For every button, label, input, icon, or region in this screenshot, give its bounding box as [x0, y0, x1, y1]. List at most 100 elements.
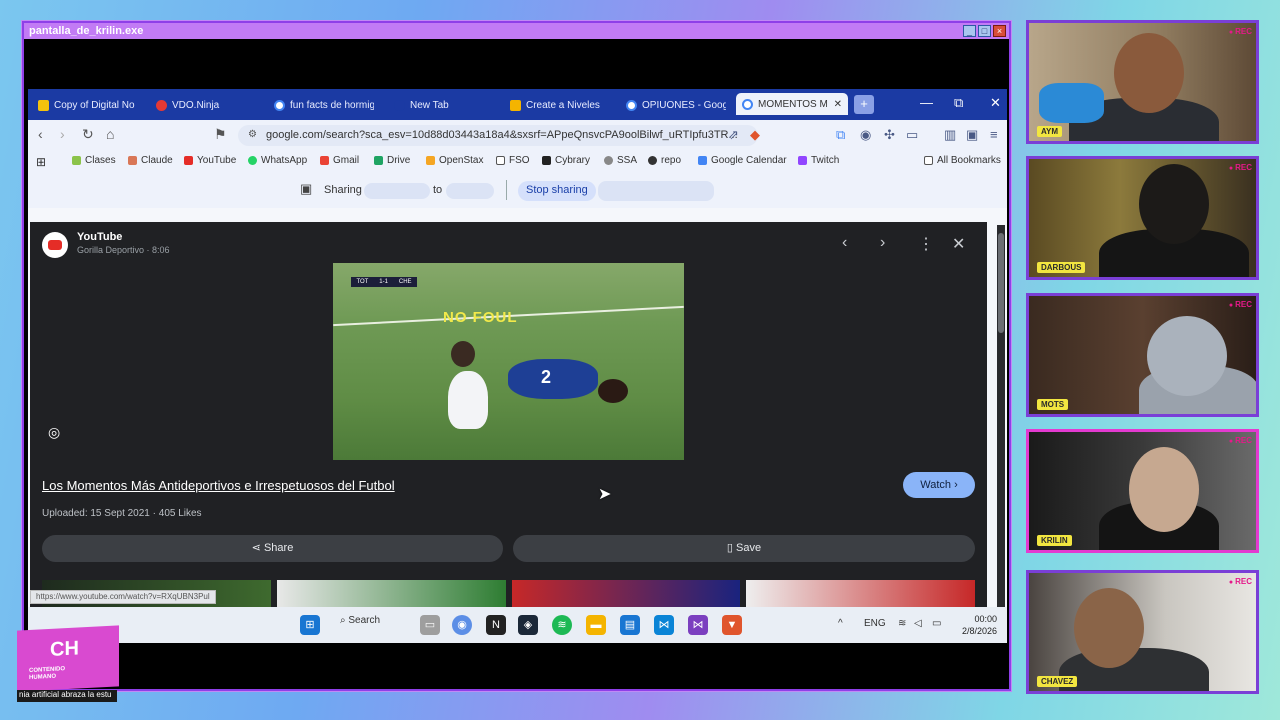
share-icon: ⋖ — [251, 542, 264, 554]
tab-new-tab[interactable]: New Tab — [394, 96, 494, 114]
window-close-button[interactable]: × — [993, 25, 1006, 37]
hide-button-pill[interactable] — [598, 181, 714, 201]
sidebar-icon[interactable]: ▥ — [944, 127, 956, 143]
site-info-icon[interactable]: ⚙ — [248, 129, 257, 140]
window-titlebar[interactable]: pantalla_de_krilin.exe _ □ × — [24, 23, 1009, 39]
next-icon[interactable]: › — [880, 234, 885, 252]
tab-create-niveles[interactable]: Create a Niveles — [510, 96, 610, 114]
tab-copy-of-digital[interactable]: Copy of Digital No — [38, 96, 138, 114]
player-head — [598, 379, 628, 403]
database-app-icon[interactable]: ▤ — [620, 615, 640, 635]
lens-icon[interactable]: ◎ — [48, 424, 60, 441]
language-indicator[interactable]: ENG — [864, 618, 886, 629]
new-tab-icon — [394, 99, 405, 111]
file-explorer-icon[interactable]: ▬ — [586, 615, 606, 635]
video-thumbnail[interactable]: TOT 1-1 CHE NO FOUL 2 — [333, 263, 684, 460]
tab-close-icon[interactable]: ✕ — [834, 99, 842, 110]
cast-icon[interactable]: ▭ — [906, 127, 918, 143]
save-button[interactable]: ▯ Save — [513, 535, 975, 562]
watch-button[interactable]: Watch › — [903, 472, 975, 498]
apps-grid-icon[interactable]: ⊞ — [36, 155, 46, 169]
windows-start-icon[interactable]: ⊞ — [300, 615, 320, 635]
visual-studio-icon[interactable]: ⋈ — [688, 615, 708, 635]
stop-sharing-button[interactable]: Stop sharing — [518, 181, 596, 201]
claude-icon — [128, 156, 137, 165]
steam-icon[interactable]: ◈ — [518, 615, 538, 635]
brave-shield-icon[interactable]: ◆ — [750, 127, 760, 143]
webcam-aym: REC AYM — [1026, 20, 1259, 144]
tab-vdo-ninja[interactable]: VDO.Ninja — [156, 96, 256, 114]
tab-momentos-active[interactable]: MOMENTOS M ✕ — [736, 93, 848, 115]
back-icon[interactable]: ‹ — [38, 126, 43, 142]
related-thumbnail[interactable] — [746, 580, 975, 607]
bookmark-ssa[interactable]: SSA — [604, 155, 637, 166]
tray-overflow-icon[interactable]: ^ — [838, 618, 843, 629]
audio-icon[interactable]: ◉ — [860, 127, 871, 143]
bookmark-google-calendar[interactable]: Google Calendar — [698, 155, 787, 166]
extensions-icon[interactable]: ✣ — [884, 127, 895, 143]
tab-label: VDO.Ninja — [172, 99, 220, 111]
cybrary-icon — [542, 156, 551, 165]
reload-icon[interactable]: ↻ — [82, 126, 94, 143]
all-bookmarks[interactable]: All Bookmarks — [924, 155, 1001, 166]
bookmark-twitch[interactable]: Twitch — [798, 155, 839, 166]
rec-indicator: REC — [1229, 577, 1252, 586]
participant-name: KRILIN — [1037, 535, 1072, 546]
taskbar-clock[interactable]: 00:00 2/8/2026 — [962, 613, 997, 637]
bookmark-label: SSA — [617, 155, 638, 166]
browser-close-button[interactable]: ✕ — [990, 95, 1001, 111]
tab-opiniones[interactable]: OPIUONES - Goog — [626, 96, 726, 114]
wallet-icon[interactable]: ▣ — [966, 127, 978, 143]
bookmark-cybrary[interactable]: Cybrary — [542, 155, 590, 166]
spotify-icon[interactable]: ≋ — [552, 615, 572, 635]
new-tab-button[interactable]: + — [854, 95, 874, 114]
bookmark-clases[interactable]: Clases — [72, 155, 116, 166]
profile-app-icon[interactable]: ◉ — [452, 615, 472, 635]
bookmark-openstax[interactable]: OpenStax — [426, 155, 483, 166]
scrollbar-thumb[interactable] — [998, 233, 1004, 333]
bookmark-icon[interactable]: ⚑ — [214, 126, 227, 143]
related-thumbnail[interactable] — [511, 580, 741, 607]
window-minimize-button[interactable]: _ — [963, 25, 976, 37]
fso-icon — [496, 156, 505, 165]
translate-icon[interactable]: ⧉ — [836, 127, 845, 143]
notion-icon[interactable]: N — [486, 615, 506, 635]
bookmark-drive[interactable]: Drive — [374, 155, 410, 166]
home-icon[interactable]: ⌂ — [106, 126, 114, 142]
bookmark-label: Drive — [387, 155, 411, 166]
bookmark-gmail[interactable]: Gmail — [320, 155, 359, 166]
browser-minimize-button[interactable]: — — [920, 95, 933, 110]
task-view-icon[interactable]: ▭ — [420, 615, 440, 635]
battery-icon[interactable]: ▭ — [932, 618, 941, 629]
related-thumbnail[interactable] — [276, 580, 506, 607]
vscode-icon[interactable]: ⋈ — [654, 615, 674, 635]
window-maximize-button[interactable]: □ — [978, 25, 991, 37]
close-icon[interactable]: ✕ — [952, 234, 965, 254]
wifi-icon[interactable]: ≋ — [898, 618, 906, 629]
taskbar-search[interactable]: ⌕ Search — [340, 615, 380, 626]
bookmark-fso[interactable]: FSO — [496, 155, 530, 166]
more-options-icon[interactable]: ⋮ — [918, 234, 934, 254]
forward-icon[interactable]: › — [60, 126, 65, 142]
bookmark-claude[interactable]: Claude — [128, 155, 173, 166]
menu-icon[interactable]: ≡ — [990, 127, 998, 142]
previous-icon[interactable]: ‹ — [842, 234, 847, 252]
bookmark-whatsapp[interactable]: WhatsApp — [248, 155, 307, 166]
browser-restore-button[interactable]: ⧉ — [954, 95, 963, 111]
sharing-label: Sharing — [324, 184, 362, 196]
bookmark-youtube[interactable]: YouTube — [184, 155, 236, 166]
bookmark-repo[interactable]: repo — [648, 155, 681, 166]
tab-label: Create a Niveles — [526, 99, 600, 111]
share-icon[interactable]: ⇗ — [728, 127, 739, 143]
panel-scrollbar[interactable] — [997, 225, 1005, 607]
rec-indicator: REC — [1229, 436, 1252, 445]
address-bar[interactable]: ⚙ google.com/search?sca_esv=10d88d03443a… — [238, 125, 758, 146]
tab-fun-facts[interactable]: fun facts de hormig — [274, 96, 374, 114]
bookmark-label: Claude — [141, 155, 173, 166]
volume-icon[interactable]: ◁ — [914, 618, 922, 629]
video-title[interactable]: Los Momentos Más Antideportivos e Irresp… — [42, 478, 395, 493]
brave-browser-icon[interactable]: ▼ — [722, 615, 742, 635]
share-source-pill — [364, 183, 430, 199]
video-overlay-text: NO FOUL — [443, 309, 518, 326]
share-button[interactable]: ⋖ Share — [42, 535, 503, 562]
